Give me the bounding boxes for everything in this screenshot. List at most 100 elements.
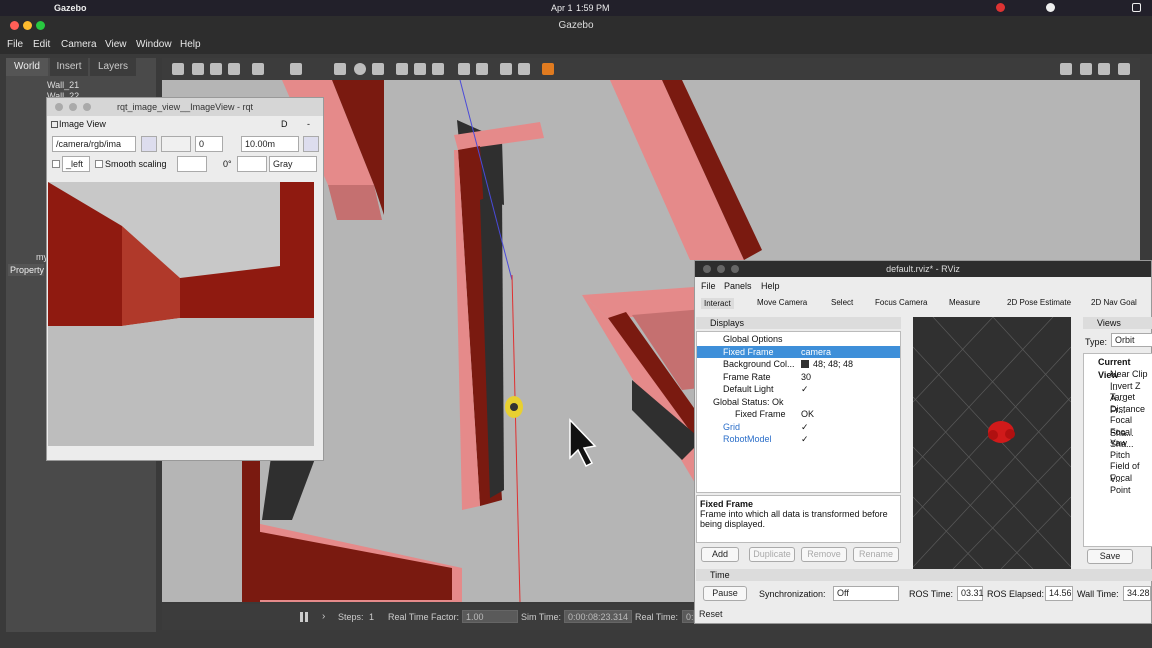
tree-row[interactable]: Global Options <box>697 333 900 346</box>
spot-light-icon[interactable] <box>414 63 426 75</box>
description-box: Fixed Frame Frame into which all data is… <box>696 495 901 543</box>
tree-row[interactable]: Fixed Frame camera <box>697 345 900 358</box>
snap-icon[interactable] <box>518 63 530 75</box>
close-button[interactable] <box>55 103 63 111</box>
log-icon[interactable] <box>1080 63 1092 75</box>
menu-window[interactable]: Window <box>136 39 172 50</box>
refresh-icon[interactable] <box>141 136 157 152</box>
views-header: Views <box>1083 317 1152 329</box>
save-button[interactable]: Save <box>1087 549 1133 564</box>
minimize-button[interactable] <box>23 21 32 30</box>
rotate-right-field[interactable] <box>237 156 267 172</box>
tool-measure[interactable]: Measure <box>949 298 980 307</box>
directional-light-icon[interactable] <box>432 63 444 75</box>
redo-icon[interactable] <box>290 63 302 75</box>
tree-row[interactable]: Default Light ✓ <box>697 383 900 396</box>
topic-select[interactable]: /camera/rgb/ima <box>52 136 136 152</box>
dock-controls[interactable]: D <box>281 119 288 129</box>
reset-button[interactable]: Reset <box>699 608 731 623</box>
select-icon[interactable] <box>172 63 184 75</box>
scale-icon[interactable] <box>228 63 240 75</box>
rviz-3d-view[interactable] <box>913 317 1071 569</box>
frame-checkbox[interactable] <box>52 160 60 168</box>
close-button[interactable] <box>703 265 711 273</box>
minimize-dock-icon[interactable]: - <box>307 119 310 129</box>
paste-icon[interactable] <box>476 63 488 75</box>
panel-header: Image View D - <box>49 119 321 132</box>
copy-icon[interactable] <box>458 63 470 75</box>
sync-select[interactable]: Off <box>833 586 899 601</box>
plot-icon[interactable] <box>1098 63 1110 75</box>
cylinder-icon[interactable] <box>372 63 384 75</box>
zoom-button[interactable] <box>731 265 739 273</box>
tree-row[interactable]: RobotModel ✓ <box>697 433 900 446</box>
translate-icon[interactable] <box>192 63 204 75</box>
zoom-button[interactable] <box>36 21 45 30</box>
menubar-app-name[interactable]: Gazebo <box>54 3 87 13</box>
tool-interact[interactable]: Interact <box>701 298 734 309</box>
tree-row[interactable]: Frame Rate 30 <box>697 371 900 384</box>
blank-field[interactable] <box>161 136 191 152</box>
align-icon[interactable] <box>500 63 512 75</box>
remove-button[interactable]: Remove <box>801 547 847 562</box>
duplicate-button[interactable]: Duplicate <box>749 547 795 562</box>
zoom-button[interactable] <box>83 103 91 111</box>
view-item[interactable]: Focal Point <box>1110 472 1152 496</box>
steps-value[interactable]: 1 <box>369 612 374 622</box>
status-icon-2[interactable] <box>1046 3 1055 12</box>
tool-select[interactable]: Select <box>831 298 853 307</box>
rotate-icon[interactable] <box>210 63 222 75</box>
sphere-icon[interactable] <box>354 63 366 75</box>
minimize-button[interactable] <box>717 265 725 273</box>
status-icon[interactable] <box>996 3 1005 12</box>
screenshot-icon[interactable] <box>1060 63 1072 75</box>
control-center-icon[interactable] <box>1132 3 1141 12</box>
rename-button[interactable]: Rename <box>853 547 899 562</box>
pause-button[interactable]: Pause <box>703 586 747 601</box>
menu-view[interactable]: View <box>105 39 127 50</box>
pause-icon[interactable] <box>300 612 308 622</box>
value-spinbox[interactable]: 0 <box>195 136 223 152</box>
point-light-icon[interactable] <box>396 63 408 75</box>
view-item[interactable]: Current View <box>1098 356 1152 380</box>
color-mode-select[interactable]: Gray <box>269 156 317 172</box>
box-icon[interactable] <box>334 63 346 75</box>
menu-camera[interactable]: Camera <box>61 39 97 50</box>
wall-time-value: 34.28 <box>1123 586 1151 601</box>
step-icon[interactable]: › <box>322 611 325 622</box>
tab-layers[interactable]: Layers <box>90 58 136 76</box>
tab-insert[interactable]: Insert <box>50 58 88 76</box>
menu-edit[interactable]: Edit <box>33 39 50 50</box>
view-type-select[interactable]: Orbit (rviz <box>1111 333 1152 347</box>
tool-2d-pose-estimate[interactable]: 2D Pose Estimate <box>1007 298 1071 307</box>
max-range-spinbox[interactable]: 10.00m <box>241 136 299 152</box>
close-button[interactable] <box>10 21 19 30</box>
minimize-button[interactable] <box>69 103 77 111</box>
undo-icon[interactable] <box>252 63 264 75</box>
tree-row[interactable]: Grid ✓ <box>697 421 900 434</box>
macos-menubar: Gazebo Apr 1 1:59 PM <box>0 0 1152 16</box>
menu-help[interactable]: Help <box>180 39 201 50</box>
sim-time-label: Sim Time: <box>521 612 562 622</box>
add-button[interactable]: Add <box>701 547 739 562</box>
video-icon[interactable] <box>1118 63 1130 75</box>
tree-row[interactable]: Background Col... 48; 48; 48 <box>697 358 900 371</box>
tool-focus-camera[interactable]: Focus Camera <box>875 298 927 307</box>
gazebo-toolbar <box>162 58 1140 80</box>
menu-help[interactable]: Help <box>761 281 780 291</box>
orange-icon[interactable] <box>542 63 554 75</box>
tool-move-camera[interactable]: Move Camera <box>757 298 807 307</box>
tab-world[interactable]: World <box>6 58 48 76</box>
zoom-icon[interactable] <box>303 136 319 152</box>
tree-row[interactable]: Fixed Frame OK <box>697 408 900 421</box>
frame-field[interactable]: _left <box>62 156 90 172</box>
tree-row[interactable]: Global Status: Ok <box>697 396 900 409</box>
tree-item[interactable]: Wall_21 <box>47 80 79 90</box>
menu-file[interactable]: File <box>7 39 23 50</box>
tool-2d-nav-goal[interactable]: 2D Nav Goal <box>1091 298 1137 307</box>
menu-file[interactable]: File <box>701 281 716 291</box>
rotate-field[interactable] <box>177 156 207 172</box>
rqt-window-title: rqt_image_view__ImageView - rqt <box>117 102 253 112</box>
menu-panels[interactable]: Panels <box>724 281 752 291</box>
smooth-scaling-checkbox[interactable] <box>95 160 103 168</box>
